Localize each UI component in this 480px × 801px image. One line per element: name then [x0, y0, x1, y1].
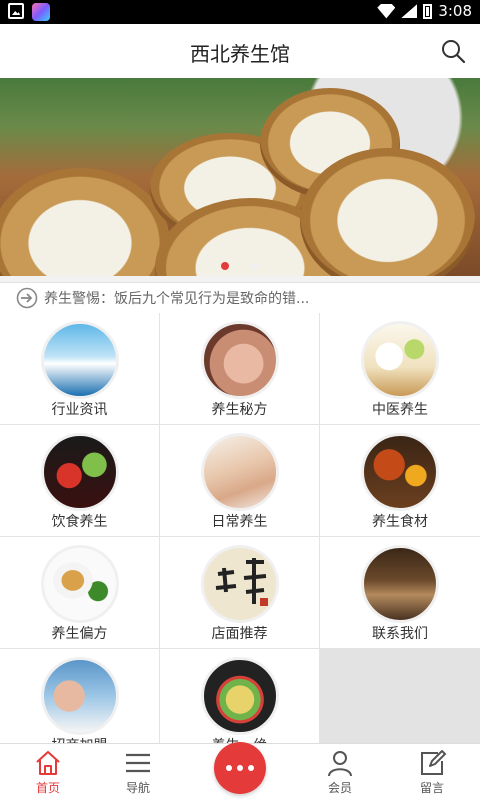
status-bar: 3:08	[0, 0, 480, 24]
grid-item-industry-news[interactable]: 行业资讯	[0, 313, 160, 425]
nav-menu[interactable]: 导航	[90, 744, 186, 801]
grid-item-store-recommend[interactable]: 店面推荐	[160, 537, 320, 649]
grid-item-contact-us[interactable]: 联系我们	[320, 537, 480, 649]
calligraphy-photo-icon	[201, 545, 279, 623]
grid-item-label: 养生食材	[372, 514, 428, 530]
edit-icon	[421, 750, 446, 775]
face-massage-photo-icon	[201, 321, 279, 399]
calligraphy-strokes	[215, 558, 268, 606]
grid-item-label: 日常养生	[211, 514, 268, 530]
grid-item-health-special[interactable]: 养生一绝	[160, 649, 320, 754]
grid-item-franchise[interactable]: 招商加盟	[0, 649, 160, 754]
tea-petals-photo-icon	[41, 433, 119, 511]
grid-item-label: 饮食养生	[51, 514, 108, 530]
app-header: 西北养生馆	[0, 24, 480, 79]
grid-item-label: 养生偏方	[51, 626, 108, 642]
spa-woman-photo-icon	[41, 657, 119, 735]
notice-bar[interactable]: 养生警惕：饭后九个常见行为是致命的错...	[0, 282, 480, 314]
menu-icon	[126, 753, 150, 773]
nav-message[interactable]: 留言	[384, 744, 480, 801]
app-notification-icon	[32, 3, 50, 21]
page-title: 西北养生馆	[190, 42, 290, 66]
search-icon[interactable]	[440, 38, 466, 64]
yoga-photo-icon	[41, 321, 119, 399]
nav-home[interactable]: 首页	[0, 744, 96, 801]
grid-item-daily-health[interactable]: 日常养生	[160, 425, 320, 537]
nav-member-label: 会员	[327, 781, 352, 795]
dish-photo-icon	[201, 657, 279, 735]
grid-item-secret-recipes[interactable]: 养生秘方	[160, 313, 320, 425]
nav-menu-label: 导航	[125, 781, 150, 795]
category-grid: 行业资讯 养生秘方 中医养生 饮食养生 日常养生 养生食材 养生偏方 店面推荐	[0, 313, 480, 754]
user-icon	[328, 751, 352, 777]
home-icon	[36, 751, 60, 775]
gallery-notification-icon	[8, 3, 24, 19]
status-time: 3:08	[438, 2, 472, 20]
more-dot	[248, 765, 254, 771]
grid-item-tcm-health[interactable]: 中医养生	[320, 313, 480, 425]
signal-icon	[401, 4, 418, 18]
arrow-circle-icon	[16, 287, 38, 309]
more-dot	[237, 765, 243, 771]
grid-item-label: 联系我们	[372, 626, 428, 642]
tea-honey-photo-icon	[361, 433, 439, 511]
milk-fruit-photo-icon	[361, 321, 439, 399]
grid-item-diet-health[interactable]: 饮食养生	[0, 425, 160, 537]
banner-carousel[interactable]	[0, 78, 480, 276]
banner-steamer	[300, 148, 475, 276]
more-button[interactable]	[214, 742, 266, 794]
grid-empty-cell	[320, 649, 480, 743]
wifi-icon	[377, 4, 395, 18]
tea-cup-photo-icon	[41, 545, 119, 623]
nav-home-label: 首页	[35, 781, 60, 795]
carousel-indicators	[0, 262, 480, 272]
carousel-dot-active[interactable]	[221, 262, 229, 270]
grid-item-health-ingredients[interactable]: 养生食材	[320, 425, 480, 537]
grid-item-label: 养生秘方	[211, 402, 268, 418]
carousel-dot[interactable]	[251, 262, 259, 270]
battery-icon	[423, 3, 433, 19]
notice-text: 养生警惕：饭后九个常见行为是致命的错...	[44, 291, 310, 307]
banner-steamer	[0, 168, 170, 276]
bottom-nav: 首页 导航 会员 留言	[0, 742, 480, 801]
grid-item-label: 店面推荐	[211, 626, 268, 642]
nav-message-label: 留言	[419, 781, 444, 795]
grid-item-folk-remedies[interactable]: 养生偏方	[0, 537, 160, 649]
spa-room-photo-icon	[361, 545, 439, 623]
grid-item-label: 中医养生	[372, 402, 428, 418]
more-icon	[226, 765, 232, 771]
nav-member[interactable]: 会员	[292, 744, 388, 801]
grid-item-label: 行业资讯	[51, 402, 108, 418]
back-massage-photo-icon	[201, 433, 279, 511]
